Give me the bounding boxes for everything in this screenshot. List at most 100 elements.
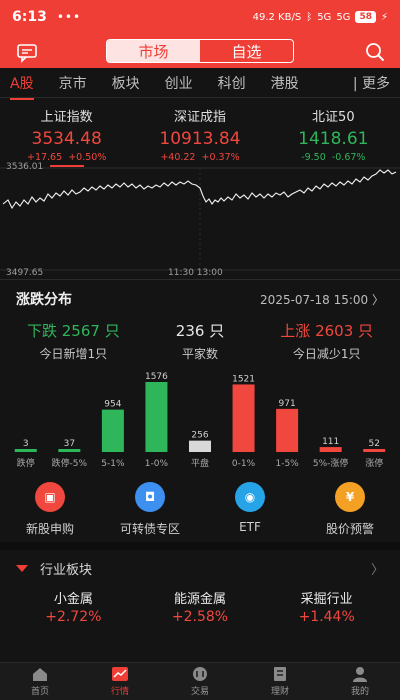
up-sub: 今日减少1只: [292, 347, 361, 361]
nav-market[interactable]: 行情: [80, 663, 160, 700]
nav-label: 首页: [30, 687, 49, 697]
bar-2: [101, 409, 124, 452]
price-alert-icon: ¥: [335, 482, 365, 512]
bar-category-label: 涨停: [365, 457, 383, 469]
index-name: 深证成指: [173, 110, 226, 125]
intraday-line-svg: [0, 167, 400, 271]
tab-watchlist[interactable]: 自选: [200, 40, 293, 62]
market-tab-sector[interactable]: 板块: [112, 73, 140, 93]
sector-item-minor-metals[interactable]: 小金属 +2.72%: [10, 588, 137, 625]
bar-6: [276, 408, 299, 452]
sector-header[interactable]: 行业板块 〉: [0, 550, 400, 586]
bar-5: [232, 384, 255, 452]
index-sh[interactable]: 上证指数 3534.48 +17.65 +0.50%: [0, 106, 133, 167]
nav-wealth[interactable]: 理财: [240, 663, 320, 700]
bar-1: [58, 449, 81, 452]
search-icon[interactable]: [364, 41, 386, 63]
etf-icon: ◉: [235, 482, 265, 512]
chart-high-label: 3536.01: [6, 162, 44, 172]
bar-category-label: 1-5%: [275, 459, 299, 469]
index-price: 10913.84: [159, 129, 241, 149]
chart-low-label: 3497.65: [6, 268, 44, 278]
nav-home[interactable]: 首页: [0, 663, 80, 700]
shortcut-price-alert[interactable]: ¥ 股价预警: [300, 482, 400, 542]
signal-icon-1: 5G: [317, 11, 332, 23]
bar-value-label: 256: [191, 431, 208, 441]
index-sz[interactable]: 深证成指 10913.84 +40.22 +0.37%: [133, 106, 266, 164]
down-sub: 今日新增1只: [39, 347, 108, 361]
bar-value-label: 971: [279, 399, 296, 409]
ipo-icon: ▣: [35, 482, 65, 512]
market-tab-star[interactable]: 科创: [218, 73, 246, 93]
bar-category-label: 1-0%: [145, 459, 169, 469]
shortcut-label: 股价预警: [325, 522, 374, 536]
shortcut-label: 新股申购: [25, 522, 74, 536]
nav-label: 我的: [350, 687, 369, 697]
bar-category-label: 跌停: [17, 457, 35, 469]
signal-icon-2: 5G: [336, 11, 351, 23]
sector-item-mining[interactable]: 采掘行业 +1.44%: [263, 588, 390, 625]
message-icon[interactable]: [16, 41, 38, 63]
down-label: 下跌: [26, 322, 57, 340]
shortcut-etf[interactable]: ◉ ETF: [200, 482, 300, 542]
flat-count-block: 236 只 平家数: [137, 320, 264, 362]
shortcut-ipo[interactable]: ▣ 新股申购: [0, 482, 100, 542]
chevron-right-icon[interactable]: 〉: [371, 559, 384, 578]
status-time: 6:13: [12, 9, 47, 25]
sector-item-energy-metals[interactable]: 能源金属 +2.58%: [137, 588, 264, 625]
market-tab-bj[interactable]: 京市: [59, 73, 87, 93]
nav-label: 交易: [190, 687, 209, 697]
intraday-chart[interactable]: 3536.01 3497.65 11:30 13:00: [0, 162, 400, 280]
market-tab-hk[interactable]: 港股: [271, 73, 299, 93]
bluetooth-icon: ᛒ: [306, 11, 313, 23]
shortcut-convertible[interactable]: ◘ 可转债专区: [100, 482, 200, 542]
user-icon: [353, 667, 367, 682]
battery-icon: 58: [355, 11, 376, 23]
nav-trade[interactable]: 交易: [160, 663, 240, 700]
sector-row: 小金属 +2.72% 能源金属 +2.58% 采掘行业 +1.44%: [0, 588, 400, 625]
market-tab-chinext[interactable]: 创业: [165, 73, 193, 93]
index-price: 3534.48: [31, 129, 102, 149]
shortcut-label: 可转债专区: [119, 522, 180, 536]
collapse-triangle-icon[interactable]: [16, 564, 28, 572]
bar-chart-svg: 3 跌停 37 跌停-5% 954 5-1% 1576 1-0% 256 平盘 1521 0-1% 97…: [14, 372, 386, 469]
bar-value-label: 37: [64, 439, 75, 449]
bar-category-label: 跌停-5%: [52, 457, 88, 469]
index-name: 上证指数: [40, 110, 93, 125]
nav-me[interactable]: 我的: [320, 663, 400, 700]
bar-category-label: 0-1%: [232, 459, 256, 469]
chart-time-label: 11:30 13:00: [168, 268, 223, 278]
market-tab-more[interactable]: | 更多: [353, 73, 390, 93]
network-speed: 49.2 KB/S: [252, 11, 302, 23]
market-chart-icon: [112, 667, 128, 681]
status-icons: 49.2 KB/S ᛒ 5G 5G 58 ⚡: [253, 11, 388, 23]
index-name: 北证50: [312, 110, 355, 125]
nav-label: 理财: [270, 687, 289, 697]
bar-value-label: 1576: [145, 372, 168, 382]
market-tabs: A股 京市 板块 创业 科创 港股 | 更多: [0, 68, 400, 100]
sector-change: +2.72%: [45, 609, 102, 625]
bar-value-label: 1521: [232, 374, 255, 384]
sector-name: 能源金属: [174, 592, 227, 607]
bar-category-label: 5-1%: [101, 459, 125, 469]
distribution-header: 涨跌分布 2025-07-18 15:00 〉: [0, 280, 400, 318]
sector-name: 小金属: [53, 592, 93, 607]
bar-4: [189, 440, 211, 452]
bar-value-label: 954: [104, 400, 121, 410]
distribution-date[interactable]: 2025-07-18 15:00 〉: [260, 291, 384, 308]
distribution-counts: 下跌 2567 只 今日新增1只 236 只 平家数 上涨 2603 只 今日减…: [0, 320, 400, 362]
top-bar: 6:13 ••• 49.2 KB/S ᛒ 5G 5G 58 ⚡ 市场 自选: [0, 0, 400, 68]
bar-3: [145, 382, 168, 452]
market-tab-a-share[interactable]: A股: [10, 73, 34, 100]
distribution-bar-chart[interactable]: 3 跌停 37 跌停-5% 954 5-1% 1576 1-0% 256 平盘 1521 0-1% 97…: [0, 370, 400, 476]
bar-category-label: 5%-涨停: [313, 457, 349, 469]
index-row: 上证指数 3534.48 +17.65 +0.50% 深证成指 10913.84…: [0, 98, 400, 167]
shortcut-label: ETF: [239, 520, 261, 534]
flat-count: 236: [175, 322, 205, 340]
distribution-title: 涨跌分布: [16, 292, 72, 308]
bar-value-label: 111: [322, 437, 339, 447]
tab-market[interactable]: 市场: [107, 40, 200, 62]
bar-0: [14, 449, 37, 452]
index-bj50[interactable]: 北证50 1418.61 -9.50 -0.67%: [267, 106, 400, 164]
up-count-block: 上涨 2603 只 今日减少1只: [263, 320, 390, 362]
